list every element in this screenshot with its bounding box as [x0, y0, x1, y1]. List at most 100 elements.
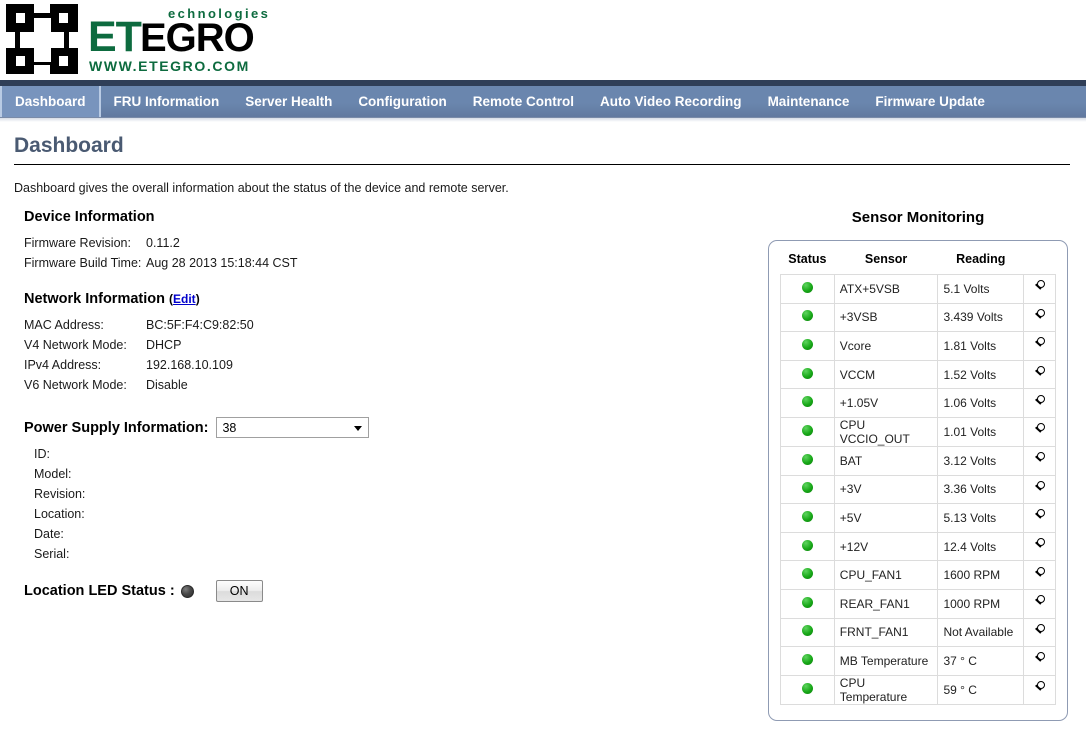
nav-item-dashboard[interactable]: Dashboard: [0, 86, 101, 117]
sensor-details-button[interactable]: [1023, 531, 1056, 562]
sensor-row: +5V 5.13 Volts: [780, 503, 1056, 533]
sensor-details-button[interactable]: [1023, 416, 1056, 447]
nav-item-firmware-update[interactable]: Firmware Update: [862, 86, 998, 117]
sensor-name-cell: +1.05V: [833, 388, 939, 418]
info-value: Disable: [146, 378, 188, 392]
nav-shadow: [0, 118, 1086, 122]
sensor-table-body: ATX+5VSB 5.1 Volts +3VSB 3.439 Volts Vcore 1.…: [780, 274, 1056, 705]
sensor-details-button[interactable]: [1023, 445, 1056, 476]
left-column: Device Information Firmware Revision: 0.1…: [24, 209, 724, 602]
sensor-status-cell: [780, 674, 835, 705]
sensor-details-button[interactable]: [1023, 474, 1056, 505]
sensor-details-button[interactable]: [1023, 560, 1056, 590]
status-ok-icon: [801, 367, 813, 379]
sensor-reading-cell: 12.4 Volts: [937, 531, 1025, 562]
magnifier-icon: [1033, 681, 1047, 695]
power-supply-selected-value: 38: [222, 420, 237, 435]
sensor-reading-cell: 1600 RPM: [937, 560, 1025, 590]
sensor-status-cell: [780, 531, 835, 562]
info-row: MAC Address: BC:5F:F4:C9:82:50: [24, 315, 724, 335]
sensor-row: +3V 3.36 Volts: [780, 474, 1056, 505]
info-label: MAC Address:: [24, 318, 104, 332]
paren-close: ): [195, 292, 200, 306]
power-supply-fields: ID: Model: Revision: Location: Date: Serial:: [24, 444, 724, 564]
site-header: EGRO ET echnologies WWW.ETEGRO.COM: [0, 0, 1086, 80]
status-ok-icon: [801, 539, 813, 551]
status-ok-icon: [801, 596, 813, 608]
power-supply-select[interactable]: 38: [216, 417, 370, 438]
sensor-details-button[interactable]: [1023, 388, 1056, 418]
status-ok-icon: [801, 281, 813, 293]
sensor-status-cell: [780, 646, 835, 676]
info-row: Firmware Revision: 0.11.2: [24, 233, 724, 253]
sensor-reading-cell: 1.01 Volts: [937, 416, 1025, 447]
nav-item-auto-video-recording[interactable]: Auto Video Recording: [587, 86, 755, 117]
sensor-status-cell: [780, 445, 835, 476]
status-ok-icon: [801, 338, 813, 350]
nav-item-server-health[interactable]: Server Health: [232, 86, 345, 117]
psu-field-revision: Revision:: [34, 487, 86, 501]
sensor-name-cell: FRNT_FAN1: [833, 617, 939, 648]
sensor-details-button[interactable]: [1023, 503, 1056, 533]
magnifier-icon: [1033, 337, 1047, 351]
sensor-name-cell: VCCM: [833, 359, 939, 390]
sensor-reading-cell: 3.12 Volts: [937, 445, 1025, 476]
sensor-row: CPU Temperature 59 ° C: [780, 674, 1056, 705]
device-information-list: Firmware Revision: 0.11.2 Firmware Build T…: [24, 233, 724, 273]
sensor-details-button[interactable]: [1023, 588, 1056, 619]
sensor-reading-cell: 37 ° C: [937, 646, 1025, 676]
nav-item-remote-control[interactable]: Remote Control: [460, 86, 587, 117]
nav-item-configuration[interactable]: Configuration: [345, 86, 459, 117]
sensor-status-cell: [780, 274, 835, 304]
magnifier-icon: [1033, 423, 1047, 437]
sensor-details-button[interactable]: [1023, 646, 1056, 676]
location-led-row: Location LED Status : ON: [24, 580, 724, 602]
sensor-row: FRNT_FAN1 Not Available: [780, 617, 1056, 648]
network-edit-link[interactable]: Edit: [173, 292, 196, 306]
sensor-name-cell: ATX+5VSB: [833, 274, 939, 304]
status-ok-icon: [801, 568, 813, 580]
sensor-details-button[interactable]: [1023, 302, 1056, 333]
brand-et: ET: [88, 13, 142, 61]
sensor-reading-cell: Not Available: [937, 617, 1025, 648]
sensor-details-button[interactable]: [1023, 674, 1056, 705]
sensor-status-cell: [780, 503, 835, 533]
location-led-indicator: [180, 584, 194, 598]
sensor-table-header-row: Status Sensor Reading: [781, 249, 1056, 275]
page-title-block: Dashboard: [14, 134, 1072, 165]
sensor-row: +1.05V 1.06 Volts: [780, 388, 1056, 418]
network-information-label: Network Information: [24, 291, 165, 307]
location-led-toggle-button[interactable]: ON: [215, 580, 263, 602]
nav-item-maintenance[interactable]: Maintenance: [755, 86, 863, 117]
column-header-reading: Reading: [956, 252, 1006, 266]
info-label: V4 Network Mode:: [24, 338, 127, 352]
info-row: V6 Network Mode: Disable: [24, 375, 724, 395]
nav-item-fru-information[interactable]: FRU Information: [101, 86, 233, 117]
sensor-details-button[interactable]: [1023, 274, 1056, 304]
sensor-row: VCCM 1.52 Volts: [780, 359, 1056, 390]
sensor-row: +12V 12.4 Volts: [780, 531, 1056, 562]
sensor-name-cell: CPU Temperature: [833, 674, 939, 705]
sensor-reading-cell: 5.1 Volts: [937, 274, 1025, 304]
sensor-status-cell: [780, 388, 835, 418]
sensor-name-cell: MB Temperature: [833, 646, 939, 676]
magnifier-icon: [1033, 480, 1047, 495]
sensor-name-cell: +5V: [833, 503, 939, 533]
main-navigation: Dashboard FRU Information Server Health Con…: [0, 86, 1086, 118]
sensor-status-cell: [780, 416, 835, 447]
chevron-down-icon: [354, 426, 363, 431]
sensor-monitoring-title: Sensor Monitoring: [851, 209, 985, 226]
sensor-reading-cell: 5.13 Volts: [937, 503, 1025, 533]
sensor-details-button[interactable]: [1023, 617, 1056, 648]
psu-field-model: Model:: [34, 467, 72, 481]
sensor-details-button[interactable]: [1023, 359, 1056, 390]
sensor-details-button[interactable]: [1023, 331, 1056, 361]
sensor-row: CPU_FAN1 1600 RPM: [780, 560, 1056, 590]
status-ok-icon: [801, 453, 813, 465]
info-label: Firmware Revision:: [24, 236, 131, 250]
column-header-sensor: Sensor: [864, 252, 908, 266]
sensor-name-cell: REAR_FAN1: [833, 588, 939, 619]
sensor-row: REAR_FAN1 1000 RPM: [780, 588, 1056, 619]
power-supply-heading: Power Supply Information:: [24, 419, 209, 436]
dashboard-content: Device Information Firmware Revision: 0.1…: [0, 195, 1086, 721]
